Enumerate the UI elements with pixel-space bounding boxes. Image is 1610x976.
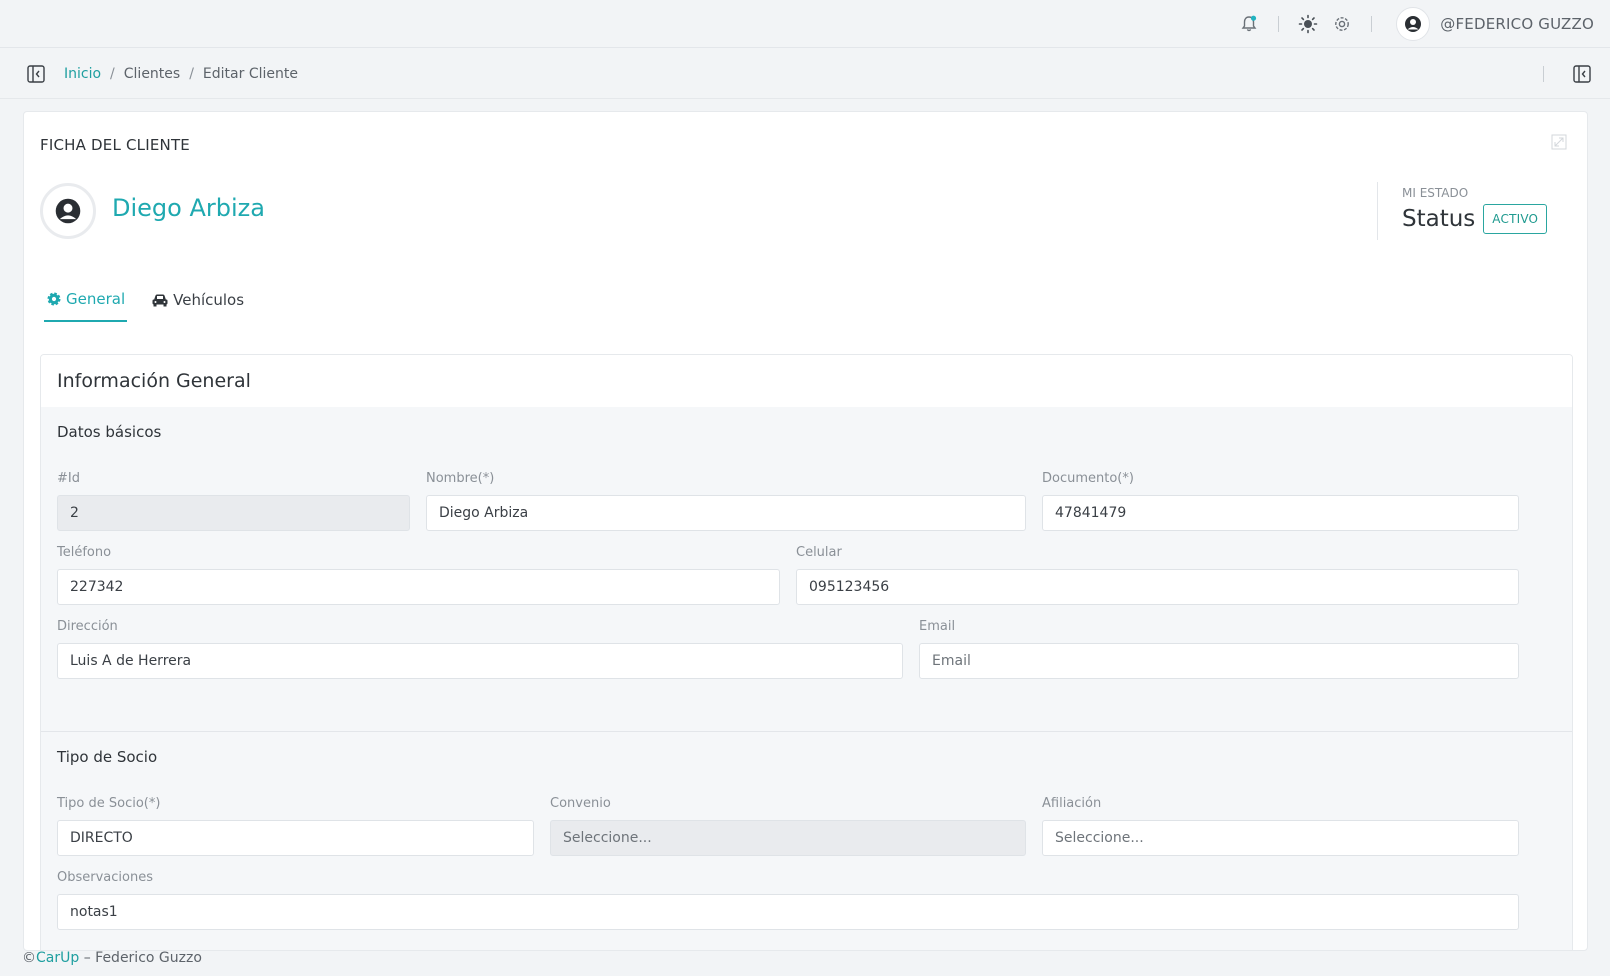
observaciones-field[interactable] — [57, 894, 1519, 930]
field-label: Nombre(*) — [426, 471, 495, 486]
theme-sun-icon[interactable] — [1297, 13, 1319, 35]
field-label: Tipo de Socio(*) — [57, 796, 161, 811]
breadcrumb-separator: / — [189, 65, 194, 82]
car-icon — [152, 294, 168, 307]
breadcrumb-clientes[interactable]: Clientes — [124, 66, 180, 82]
client-card: FICHA DEL CLIENTE Diego Arbiza MI ESTADO… — [23, 111, 1588, 951]
user-avatar-icon — [1396, 6, 1431, 41]
status-caption: MI ESTADO — [1402, 186, 1469, 200]
footer-author: – Federico Guzzo — [79, 950, 202, 966]
tipo-socio-select[interactable] — [57, 820, 534, 856]
status-label: Status — [1402, 206, 1476, 232]
sidebar-toggle-icon[interactable] — [26, 64, 46, 84]
client-avatar-icon — [40, 183, 96, 239]
expand-icon[interactable] — [1551, 134, 1567, 150]
convenio-select — [550, 820, 1026, 856]
gear-icon — [47, 292, 61, 306]
basic-data-section: Datos básicos #Id Nombre(*) Documento(*)… — [41, 407, 1572, 732]
divider — [1543, 66, 1544, 82]
field-label: Celular — [796, 545, 842, 560]
right-panel-toggle-icon[interactable] — [1572, 64, 1592, 84]
field-label: Convenio — [550, 796, 611, 811]
breadcrumb: Inicio / Clientes / Editar Cliente — [64, 66, 298, 82]
top-bar: @FEDERICO GUZZO — [0, 0, 1610, 48]
field-label: Dirección — [57, 619, 118, 634]
documento-field[interactable] — [1042, 495, 1519, 531]
tab-label: Vehículos — [173, 291, 245, 309]
field-label: Observaciones — [57, 870, 153, 885]
celular-field[interactable] — [796, 569, 1519, 605]
divider — [1278, 15, 1280, 32]
general-info-panel: Información General Datos básicos #Id No… — [40, 354, 1573, 950]
tab-vehiculos[interactable]: Vehículos — [149, 290, 246, 322]
brand-link[interactable]: CarUp — [36, 950, 79, 966]
nombre-field[interactable] — [426, 495, 1026, 531]
telefono-field[interactable] — [57, 569, 780, 605]
breadcrumb-separator: / — [110, 65, 115, 82]
afiliacion-select[interactable] — [1042, 820, 1519, 856]
partner-type-section: Tipo de Socio Tipo de Socio(*) Convenio … — [41, 732, 1572, 950]
client-name: Diego Arbiza — [112, 194, 265, 222]
id-field — [57, 495, 410, 531]
settings-gear-icon[interactable] — [1331, 13, 1353, 35]
email-field[interactable] — [919, 643, 1519, 679]
breadcrumb-inicio[interactable]: Inicio — [64, 66, 101, 82]
card-title: FICHA DEL CLIENTE — [40, 136, 190, 154]
divider — [1371, 15, 1373, 32]
status-panel: MI ESTADO Status ACTIVO — [1377, 182, 1548, 240]
field-label: Documento(*) — [1042, 471, 1134, 486]
section-heading: Información General — [41, 355, 1572, 407]
field-label: Afiliación — [1042, 796, 1102, 811]
field-label: Teléfono — [57, 545, 112, 560]
status-badge: ACTIVO — [1483, 204, 1548, 234]
footer: ©CarUp – Federico Guzzo — [22, 950, 202, 966]
breadcrumb-bar: Inicio / Clientes / Editar Cliente — [0, 49, 1610, 99]
copyright-symbol: © — [22, 950, 36, 966]
user-menu[interactable]: @FEDERICO GUZZO — [1396, 6, 1594, 41]
tab-general[interactable]: General — [44, 290, 128, 322]
breadcrumb-current: Editar Cliente — [202, 65, 298, 82]
tab-bar: General Vehículos — [44, 290, 268, 322]
subsection-title: Tipo de Socio — [57, 748, 158, 766]
tab-label: General — [66, 290, 126, 308]
username: @FEDERICO GUZZO — [1440, 14, 1594, 33]
direccion-field[interactable] — [57, 643, 903, 679]
field-label: #Id — [57, 471, 80, 486]
field-label: Email — [919, 619, 956, 634]
subsection-title: Datos básicos — [57, 423, 162, 441]
notification-bell-icon[interactable] — [1238, 13, 1260, 35]
